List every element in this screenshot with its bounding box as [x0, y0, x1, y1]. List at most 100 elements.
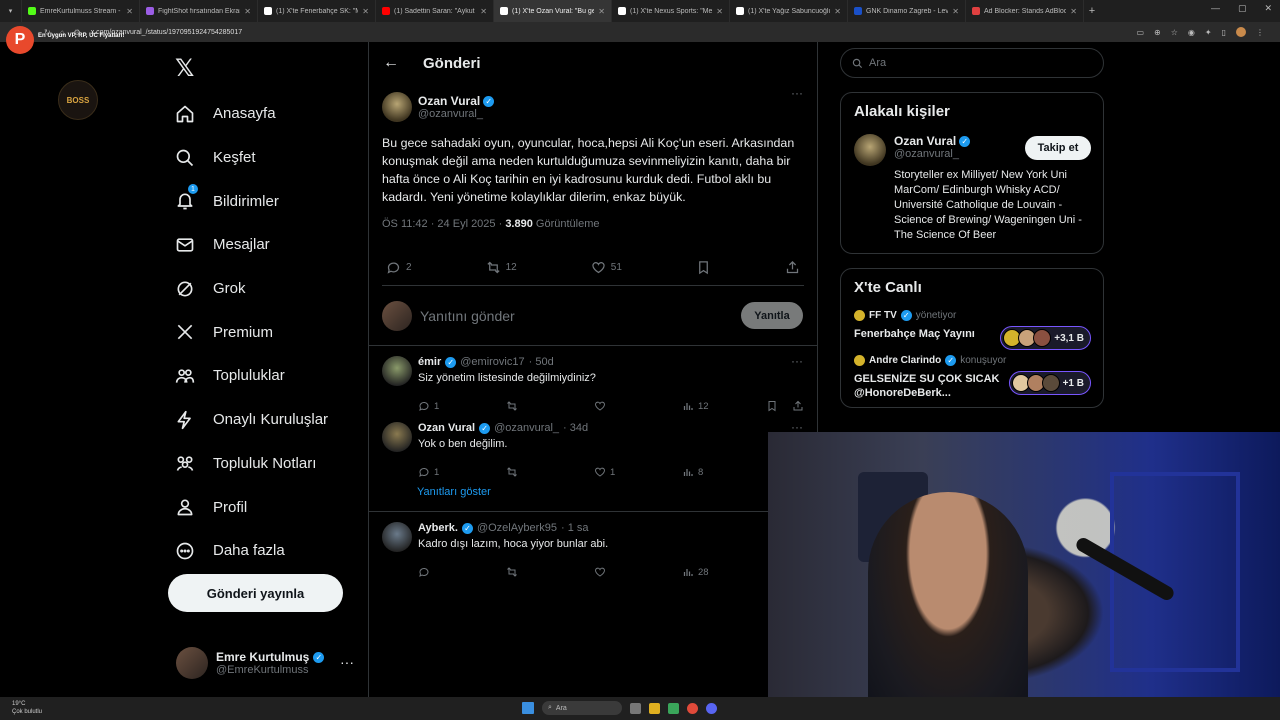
nav-item-x[interactable]: Premium [174, 310, 328, 354]
sidebar-icon[interactable]: ▯ [1222, 28, 1226, 37]
puzzle-icon[interactable]: ✦ [1205, 28, 1212, 37]
task-view-icon[interactable] [630, 702, 641, 714]
nav-item-grok[interactable]: Grok [174, 267, 328, 311]
file-explorer-icon[interactable] [649, 702, 660, 714]
views-action[interactable]: 28 [682, 566, 770, 578]
nav-item-home[interactable]: Anasayfa [174, 92, 328, 136]
nav-item-mail[interactable]: Mesajlar [174, 223, 328, 267]
retweet-action[interactable] [506, 566, 594, 578]
bookmark-icon[interactable] [766, 400, 778, 412]
tweet-time[interactable]: ÖS 11:42 · 24 Eyl 2025 · [382, 218, 505, 230]
avatar[interactable] [382, 522, 412, 552]
nav-item-notes[interactable]: Topluluk Notları [174, 442, 328, 486]
zoom-icon[interactable]: ⊕ [1154, 28, 1161, 37]
reply-author[interactable]: Ozan Vural [418, 422, 475, 434]
tab-close-icon[interactable]: ✕ [1070, 7, 1077, 16]
nav-item-communities[interactable]: Topluluklar [174, 354, 328, 398]
x-logo-icon[interactable]: 𝕏 [175, 54, 194, 83]
back-arrow-icon[interactable]: ← [383, 54, 399, 72]
tab-close-icon[interactable]: ✕ [480, 7, 487, 16]
nav-item-bell[interactable]: Bildirimler 1 [174, 179, 328, 223]
account-more-icon[interactable]: ··· [340, 654, 354, 670]
share-action[interactable] [785, 260, 800, 275]
bookmark-action[interactable] [696, 260, 711, 275]
reply-handle[interactable]: @ozanvural_ [494, 422, 559, 434]
browser-tab[interactable]: EmreKurtulmuss Stream - Watch ✕ [22, 0, 140, 22]
avatar[interactable] [382, 92, 412, 122]
reply-tweet[interactable]: émir ✓ @emirovic17 · 50d Siz yönetim listes… [369, 346, 817, 412]
reply-author[interactable]: Ayberk. [418, 522, 458, 534]
tab-close-icon[interactable]: ✕ [952, 7, 959, 16]
tab-close-icon[interactable]: ✕ [834, 7, 841, 16]
retweet-action[interactable]: 12 [486, 260, 517, 275]
listener-pill[interactable]: +1 B [1008, 371, 1091, 395]
like-action[interactable] [594, 400, 682, 412]
browser-tab[interactable]: (1) Sadettin Saran: "Aykut Ko... ✕ [376, 0, 494, 22]
share-icon[interactable] [792, 400, 804, 412]
like-action[interactable]: 51 [591, 260, 622, 275]
reply-action[interactable] [418, 566, 506, 578]
browser-tab[interactable]: (1) X'te Fenerbahçe SK: "Maç s... ✕ [258, 0, 376, 22]
browser-tab[interactable]: (1) X'te Nexus Sports: "Mevlüt...✕ [612, 0, 730, 22]
more-options-icon[interactable]: ··· [791, 354, 803, 368]
show-replies-link[interactable]: Yanıtları göster [369, 478, 817, 512]
taskbar-search[interactable]: ⌕ Ara [542, 701, 622, 715]
store-icon[interactable] [668, 702, 679, 714]
browser-menu-icon[interactable]: ⋮ [1256, 28, 1264, 37]
account-switcher[interactable]: Emre Kurtulmuş ✓ @EmreKurtulmuss [176, 647, 325, 679]
retweet-action[interactable] [506, 466, 594, 478]
reply-handle[interactable]: @emirovic17 [460, 356, 524, 368]
live-space[interactable]: Andre Clarindo ✓ konuşuyor GELSENİZE SU ÇO… [854, 355, 1091, 400]
post-button[interactable]: Gönderi yayınla [168, 574, 343, 612]
follow-button[interactable]: Takip et [1025, 136, 1091, 160]
browser-tab[interactable]: FightShot fırsatından Ekram Güç ✕ [140, 0, 258, 22]
like-action[interactable] [594, 566, 682, 578]
browser-tab[interactable]: Ad Blocker: Stands AdBlocker - ... ✕ [966, 0, 1084, 22]
chrome-icon[interactable] [687, 702, 698, 714]
tab-close-icon[interactable]: ✕ [362, 7, 369, 16]
reply-action[interactable]: 1 [418, 400, 506, 412]
more-options-icon[interactable]: ··· [791, 86, 803, 100]
browser-tab[interactable]: (1) X'te Ozan Vural: "Bu gece sa... ✕ [494, 0, 612, 22]
minimize-icon[interactable]: — [1211, 3, 1220, 14]
reply-author[interactable]: émir [418, 356, 441, 368]
reply-tweet[interactable]: Ozan Vural ✓ @ozanvural_ · 34d Yok o ben de… [369, 412, 817, 478]
close-window-icon[interactable]: ✕ [1264, 3, 1272, 14]
weather-widget[interactable]: 19°C Çok bulutlu [12, 700, 42, 716]
cast-icon[interactable]: ▭ [1136, 28, 1144, 37]
author-name[interactable]: Ozan Vural [418, 94, 480, 108]
tab-close-icon[interactable]: ✕ [244, 7, 251, 16]
browser-tab[interactable]: GNK Dinamo Zagreb - Levels... ✕ [848, 0, 966, 22]
like-action[interactable]: 1 [594, 466, 682, 478]
windows-start-icon[interactable] [522, 702, 534, 714]
avatar[interactable] [382, 356, 412, 386]
tab-switcher[interactable]: ▾ [0, 0, 22, 22]
tab-close-icon[interactable]: ✕ [126, 7, 133, 16]
live-space[interactable]: FF TV ✓ yönetiyor Fenerbahçe Maç Yayını +3… [854, 310, 1091, 350]
avatar[interactable] [854, 134, 886, 166]
browser-profile-avatar[interactable] [1236, 27, 1246, 37]
related-person[interactable]: Ozan Vural ✓ @ozanvural_ Storyteller ex M… [854, 134, 1091, 243]
reply-input[interactable]: Yanıtını gönder [420, 308, 515, 324]
views-action[interactable]: 12 [682, 400, 770, 412]
reply-button[interactable]: Yanıtla [741, 302, 803, 329]
reply-action[interactable]: 1 [418, 466, 506, 478]
nav-item-search[interactable]: Keşfet [174, 136, 328, 180]
nav-item-person[interactable]: Profil [174, 485, 328, 529]
tab-close-icon[interactable]: ✕ [598, 7, 605, 16]
tab-close-icon[interactable]: ✕ [716, 7, 723, 16]
bookmark-star-icon[interactable]: ☆ [1171, 28, 1178, 37]
browser-tab[interactable]: (1) X'te Yağız Sabuncuoğlu: "Fe...✕ [730, 0, 848, 22]
reply-action[interactable]: 2 [386, 260, 412, 275]
nav-item-bolt[interactable]: Onaylı Kuruluşlar [174, 398, 328, 442]
maximize-icon[interactable]: ▢ [1238, 3, 1247, 14]
views-action[interactable]: 8 [682, 466, 770, 478]
search-input[interactable]: Ara [840, 48, 1104, 78]
avatar[interactable] [382, 422, 412, 452]
author-handle[interactable]: @ozanvural_ [418, 108, 494, 120]
retweet-action[interactable] [506, 400, 594, 412]
related-name[interactable]: Ozan Vural [894, 134, 956, 148]
listener-pill[interactable]: +3,1 B [1000, 326, 1091, 350]
nav-item-more-circle[interactable]: Daha fazla [174, 529, 328, 573]
discord-icon[interactable] [706, 702, 717, 714]
